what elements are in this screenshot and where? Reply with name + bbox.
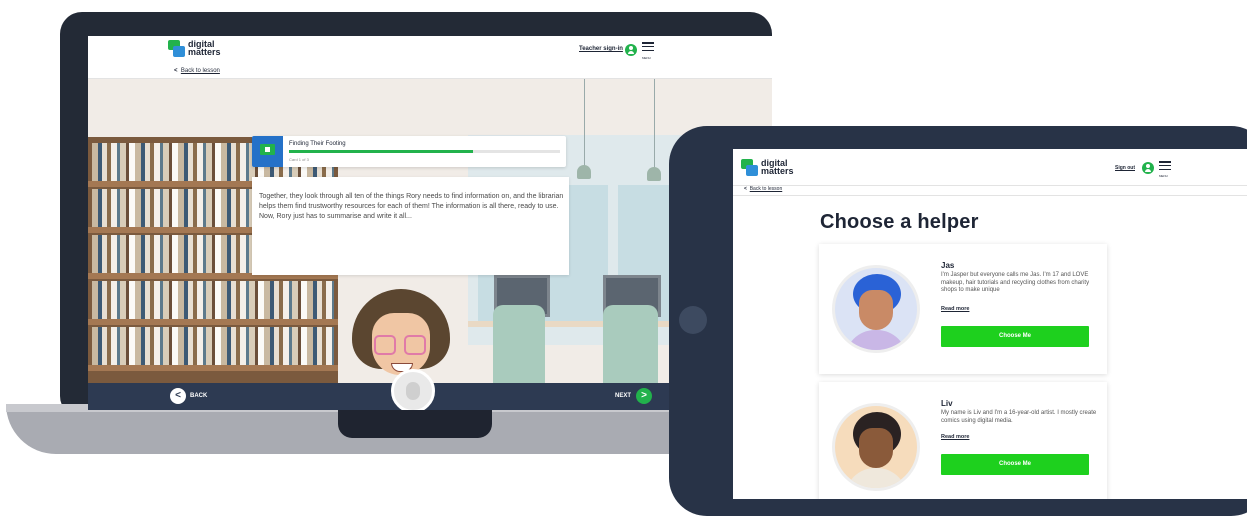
menu-label: MENU <box>642 56 651 60</box>
liv-avatar <box>832 403 920 491</box>
back-to-lesson-label: Back to lesson <box>749 186 783 192</box>
helper-name: Liv <box>941 399 953 408</box>
speech-bubbles-icon <box>168 40 186 58</box>
sign-out-link[interactable]: Sign out <box>1115 165 1135 171</box>
read-more-link[interactable]: Read more <box>941 306 969 312</box>
card-count: Card 1 of 3 <box>289 157 309 162</box>
progress-card: Finding Their Footing Card 1 of 3 <box>252 136 566 167</box>
helper-card-liv: Liv My name is Liv and I'm a 16-year-old… <box>819 382 1107 499</box>
menu-label: MENU <box>1159 174 1168 178</box>
back-label[interactable]: BACK <box>190 393 207 399</box>
back-to-lesson-link[interactable]: < Back to lesson <box>744 186 782 192</box>
avatar-bubble-icon[interactable] <box>391 369 435 410</box>
next-label[interactable]: NEXT <box>615 393 631 399</box>
lamp-icon <box>647 167 661 181</box>
logo-line2: matters <box>761 166 794 176</box>
back-row: < Back to lesson <box>88 66 772 79</box>
speech-bubbles-icon <box>741 159 759 177</box>
helper-description: My name is Liv and I'm a 16-year-old art… <box>941 410 1097 424</box>
chair <box>493 305 545 383</box>
lesson-title: Finding Their Footing <box>289 141 346 147</box>
next-button[interactable]: > <box>636 388 652 404</box>
back-to-lesson-link[interactable]: < Back to lesson <box>174 68 220 74</box>
choose-me-button[interactable]: Choose Me <box>941 454 1089 475</box>
digital-matters-logo[interactable]: digital matters <box>741 159 794 177</box>
tablet-header: digital matters Sign out MENU <box>733 149 1247 186</box>
chevron-left-icon: < <box>174 68 178 74</box>
menu-icon[interactable] <box>1159 161 1171 173</box>
user-icon[interactable] <box>1142 162 1154 174</box>
teacher-signin-link[interactable]: Teacher sign-in <box>579 46 623 52</box>
progress-track <box>289 150 560 153</box>
tablet-home-button <box>679 306 707 334</box>
progress-fill <box>289 150 474 153</box>
chair <box>603 305 658 383</box>
helper-description: I'm Jasper but everyone calls me Jas. I'… <box>941 272 1090 293</box>
logo-line2: matters <box>188 47 221 57</box>
choose-me-button[interactable]: Choose Me <box>941 326 1089 347</box>
user-icon[interactable] <box>625 44 637 56</box>
read-more-link[interactable]: Read more <box>941 434 969 440</box>
laptop-header: digital matters Teacher sign-in MENU <box>88 36 772 67</box>
back-button[interactable]: < <box>170 388 186 404</box>
back-to-lesson-label: Back to lesson <box>180 68 220 74</box>
story-text: Together, they look through all ten of t… <box>259 193 564 220</box>
story-text-box: Together, they look through all ten of t… <box>252 177 569 275</box>
menu-icon[interactable] <box>642 42 654 54</box>
lesson-icon <box>252 136 283 167</box>
chevron-left-icon: < <box>744 186 747 192</box>
character-illustration <box>346 279 456 383</box>
digital-matters-logo[interactable]: digital matters <box>168 40 221 58</box>
page-title: Choose a helper <box>820 211 979 233</box>
lamp-icon <box>577 165 591 179</box>
helper-card-jas: Jas I'm Jasper but everyone calls me Jas… <box>819 244 1107 374</box>
helper-name: Jas <box>941 261 955 270</box>
back-row: < Back to lesson <box>733 185 1247 196</box>
jas-avatar <box>832 265 920 353</box>
tablet-screen: digital matters Sign out MENU < Back to … <box>733 149 1247 499</box>
